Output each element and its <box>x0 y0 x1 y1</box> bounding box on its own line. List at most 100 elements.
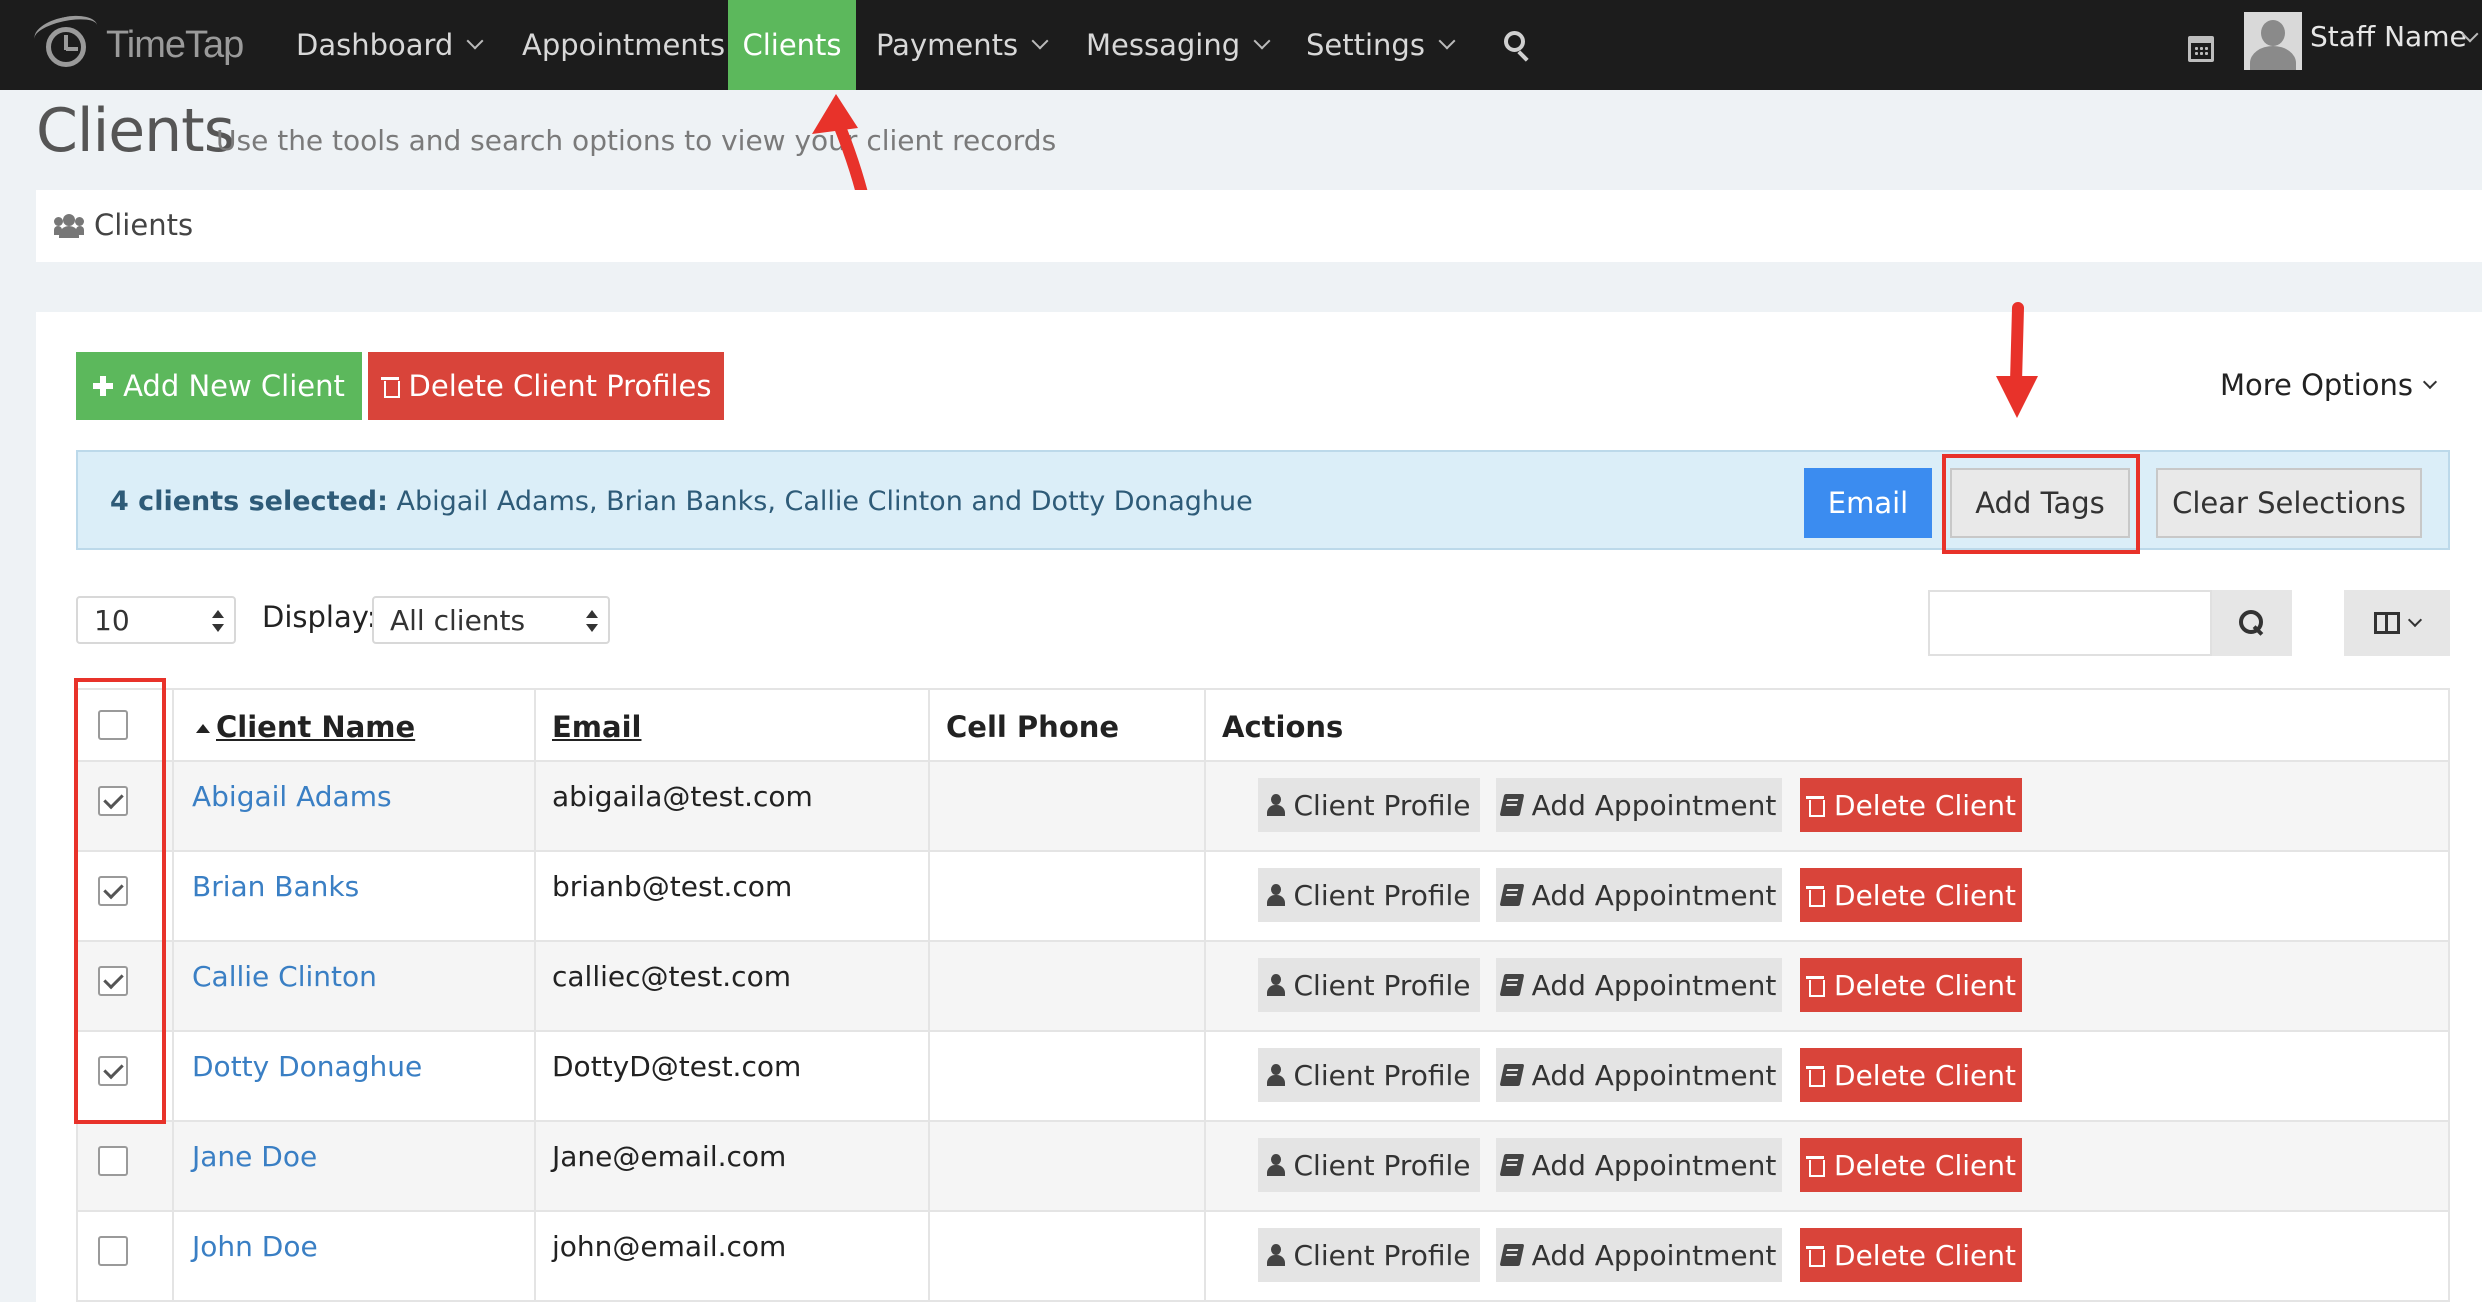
add-appointment-label: Add Appointment <box>1531 1148 1777 1182</box>
delete-client-button[interactable]: Delete Client <box>1800 958 2022 1012</box>
row-select-checkbox[interactable] <box>98 1236 128 1266</box>
add-new-client-button[interactable]: Add New Client <box>76 352 362 420</box>
client-profile-button[interactable]: Client Profile <box>1258 1138 1480 1192</box>
column-divider <box>1204 688 1206 1302</box>
client-email: brianb@test.com <box>552 870 793 903</box>
delete-client-profiles-button[interactable]: Delete Client Profiles <box>368 352 724 420</box>
table-row: Brian Banks brianb@test.com Client Profi… <box>76 852 2450 942</box>
nav-clients[interactable]: Clients <box>728 0 856 90</box>
delete-client-button[interactable]: Delete Client <box>1800 778 2022 832</box>
add-appointment-button[interactable]: Add Appointment <box>1496 1138 1782 1192</box>
column-header-client-name[interactable]: Client Name <box>216 710 415 744</box>
selection-summary: 4 clients selected: Abigail Adams, Brian… <box>110 486 1253 517</box>
table-row: Callie Clinton calliec@test.com Client P… <box>76 942 2450 1032</box>
book-icon <box>1499 884 1524 906</box>
nav-settings[interactable]: Settings <box>1306 0 1456 90</box>
table-row: Jane Doe Jane@email.com Client Profile A… <box>76 1122 2450 1212</box>
display-select[interactable]: All clients <box>372 596 610 644</box>
nav-payments-label: Payments <box>876 28 1019 62</box>
delete-client-button[interactable]: Delete Client <box>1800 1138 2022 1192</box>
nav-messaging[interactable]: Messaging <box>1086 0 1271 90</box>
client-profile-button[interactable]: Client Profile <box>1258 868 1480 922</box>
chevron-down-icon <box>466 32 484 50</box>
column-header-email[interactable]: Email <box>552 710 641 744</box>
row-select-checkbox[interactable] <box>98 876 128 906</box>
trash-icon <box>1806 794 1826 817</box>
search-icon[interactable] <box>1502 29 1534 62</box>
avatar[interactable] <box>2244 12 2302 70</box>
add-appointment-button[interactable]: Add Appointment <box>1496 868 1782 922</box>
nav-appointments[interactable]: Appointments <box>522 0 725 90</box>
client-profile-button[interactable]: Client Profile <box>1258 1228 1480 1282</box>
column-divider <box>172 688 174 1302</box>
email-button[interactable]: Email <box>1804 468 1932 538</box>
client-name-link[interactable]: John Doe <box>192 1230 318 1263</box>
updown-arrows-icon <box>586 610 598 632</box>
add-appointment-button[interactable]: Add Appointment <box>1496 778 1782 832</box>
top-navbar: TimeTap Dashboard Appointments Clients P… <box>0 0 2482 90</box>
delete-client-label: Delete Client <box>1834 878 2016 912</box>
client-search-input[interactable] <box>1928 590 2212 656</box>
nav-payments[interactable]: Payments <box>876 0 1049 90</box>
table-row: Abigail Adams abigaila@test.com Client P… <box>76 762 2450 852</box>
columns-icon <box>2374 612 2400 634</box>
page-size-select[interactable]: 10 <box>76 596 236 644</box>
row-select-checkbox[interactable] <box>98 1146 128 1176</box>
breadcrumb-label[interactable]: Clients <box>94 208 193 242</box>
column-header-actions: Actions <box>1222 710 1344 744</box>
trash-icon <box>1806 1244 1826 1267</box>
delete-client-button[interactable]: Delete Client <box>1800 1228 2022 1282</box>
client-email: calliec@test.com <box>552 960 791 993</box>
nav-dashboard[interactable]: Dashboard <box>296 0 484 90</box>
client-profile-label: Client Profile <box>1293 878 1471 912</box>
client-name-link[interactable]: Brian Banks <box>192 870 359 903</box>
client-name-link[interactable]: Jane Doe <box>192 1140 317 1173</box>
column-toggle-button[interactable] <box>2344 590 2450 656</box>
delete-client-button[interactable]: Delete Client <box>1800 1048 2022 1102</box>
delete-client-label: Delete Client <box>1834 968 2016 1002</box>
client-profile-button[interactable]: Client Profile <box>1258 958 1480 1012</box>
clear-selections-label: Clear Selections <box>2172 486 2406 520</box>
add-appointment-label: Add Appointment <box>1531 788 1777 822</box>
more-options-dropdown[interactable]: More Options <box>2220 368 2438 402</box>
add-appointment-button[interactable]: Add Appointment <box>1496 1048 1782 1102</box>
page-subtitle: Use the tools and search options to view… <box>216 124 1057 157</box>
row-select-checkbox[interactable] <box>98 966 128 996</box>
trash-icon <box>1806 1154 1826 1177</box>
clients-panel: Add New Client Delete Client Profiles Mo… <box>36 302 2482 1302</box>
clear-selections-button[interactable]: Clear Selections <box>2156 468 2422 538</box>
row-select-checkbox[interactable] <box>98 786 128 816</box>
book-icon <box>1499 974 1524 996</box>
add-tags-button[interactable]: Add Tags <box>1950 468 2130 538</box>
chevron-down-icon <box>1253 32 1271 50</box>
staff-name-label[interactable]: Staff Name <box>2310 20 2467 53</box>
client-profile-button[interactable]: Client Profile <box>1258 1048 1480 1102</box>
book-icon <box>1499 1154 1524 1176</box>
table-row: Dotty Donaghue DottyD@test.com Client Pr… <box>76 1032 2450 1122</box>
select-all-checkbox[interactable] <box>98 710 128 740</box>
add-appointment-label: Add Appointment <box>1531 878 1777 912</box>
page-title: Clients <box>36 96 235 166</box>
selected-count: 4 clients selected: <box>110 486 388 517</box>
client-name-link[interactable]: Dotty Donaghue <box>192 1050 422 1083</box>
user-icon <box>1267 884 1286 906</box>
selected-names: Abigail Adams, Brian Banks, Callie Clint… <box>396 486 1253 517</box>
search-icon <box>2239 610 2265 636</box>
nav-clients-label: Clients <box>742 28 842 62</box>
book-icon <box>1499 794 1524 816</box>
client-name-link[interactable]: Callie Clinton <box>192 960 377 993</box>
add-appointment-button[interactable]: Add Appointment <box>1496 1228 1782 1282</box>
add-appointment-button[interactable]: Add Appointment <box>1496 958 1782 1012</box>
client-name-link[interactable]: Abigail Adams <box>192 780 392 813</box>
delete-client-button[interactable]: Delete Client <box>1800 868 2022 922</box>
add-tags-label: Add Tags <box>1975 486 2105 520</box>
client-profile-label: Client Profile <box>1293 968 1471 1002</box>
row-select-checkbox[interactable] <box>98 1056 128 1086</box>
search-button[interactable] <box>2212 590 2292 656</box>
calendar-icon[interactable] <box>2188 36 2214 62</box>
client-profile-button[interactable]: Client Profile <box>1258 778 1480 832</box>
user-icon <box>1267 974 1286 996</box>
timetap-logo[interactable]: TimeTap <box>31 8 244 82</box>
sort-ascending-icon[interactable] <box>196 724 210 733</box>
table-row: John Doe john@email.com Client Profile A… <box>76 1212 2450 1302</box>
